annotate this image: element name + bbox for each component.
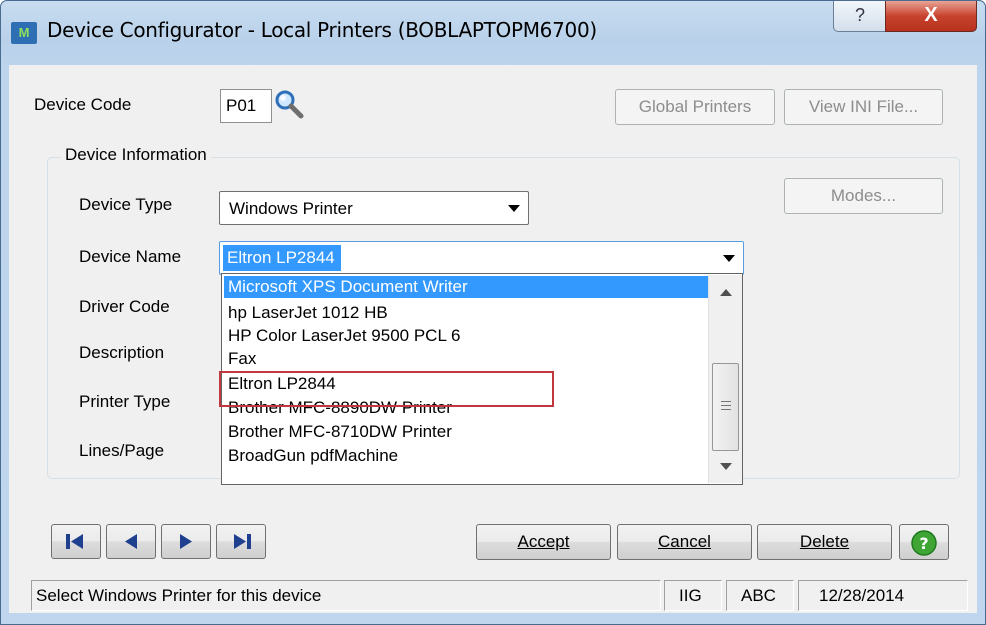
cancel-button[interactable]: Cancel	[617, 524, 752, 560]
first-record-icon	[66, 534, 83, 549]
title-bar[interactable]: M Device Configurator - Local Printers (…	[1, 1, 985, 65]
device-type-value: Windows Printer	[229, 199, 353, 218]
device-name-value: Eltron LP2844	[223, 245, 341, 271]
magnifier-icon[interactable]	[273, 88, 305, 120]
modes-button[interactable]: Modes...	[784, 178, 943, 214]
device-configurator-window: M Device Configurator - Local Printers (…	[0, 0, 986, 625]
dropdown-scrollbar[interactable]	[708, 275, 742, 483]
device-information-title: Device Information	[61, 145, 211, 165]
scroll-down-arrow-icon[interactable]	[709, 453, 742, 481]
delete-button[interactable]: Delete	[757, 524, 892, 560]
chevron-down-icon[interactable]	[723, 255, 735, 262]
previous-record-button[interactable]	[106, 524, 156, 559]
next-record-icon	[180, 534, 192, 549]
accept-button[interactable]: Accept	[476, 524, 611, 560]
status-bar: Select Windows Printer for this device I…	[9, 576, 977, 613]
last-record-button[interactable]	[216, 524, 266, 559]
dropdown-item[interactable]: Microsoft XPS Document Writer	[224, 276, 708, 298]
help-icon: ?	[911, 530, 937, 556]
dropdown-item[interactable]: hp LaserJet 1012 HB	[224, 302, 708, 324]
dropdown-item[interactable]: Brother MFC-8710DW Printer	[224, 421, 708, 443]
lines-page-label: Lines/Page	[79, 441, 165, 460]
last-record-icon	[234, 534, 251, 549]
scroll-thumb[interactable]	[712, 363, 739, 451]
window-title: Device Configurator - Local Printers (BO…	[47, 18, 597, 42]
description-label: Description	[79, 343, 165, 362]
chevron-down-icon[interactable]	[508, 205, 520, 212]
device-code-input[interactable]: P01	[220, 89, 272, 123]
close-button[interactable]: X	[885, 1, 977, 32]
view-ini-file-button[interactable]: View INI File...	[784, 89, 943, 125]
status-date: 12/28/2014	[798, 580, 968, 611]
device-name-label: Device Name	[79, 247, 182, 266]
dialog-client-area: Device Code P01 Global Printers View INI…	[9, 65, 977, 613]
previous-record-icon	[125, 534, 137, 549]
device-type-label: Device Type	[79, 195, 173, 214]
status-company: IIG	[664, 580, 722, 611]
device-name-select[interactable]: Eltron LP2844	[219, 241, 744, 275]
printer-type-label: Printer Type	[79, 392, 171, 411]
dropdown-item[interactable]: Fax	[224, 348, 708, 370]
scroll-up-arrow-icon[interactable]	[709, 277, 742, 305]
dropdown-item[interactable]: HP Color LaserJet 9500 PCL 6	[224, 325, 708, 347]
first-record-button[interactable]	[51, 524, 101, 559]
help-icon-button[interactable]: ?	[899, 524, 949, 560]
svg-text:?: ?	[919, 534, 928, 553]
driver-code-label: Driver Code	[79, 297, 170, 316]
status-user: ABC	[726, 580, 794, 611]
help-button[interactable]: ?	[833, 1, 887, 32]
device-code-label: Device Code	[34, 95, 132, 114]
dropdown-item[interactable]: BroadGun pdfMachine	[224, 445, 708, 467]
device-type-select[interactable]: Windows Printer	[219, 191, 529, 225]
next-record-button[interactable]	[161, 524, 211, 559]
global-printers-button[interactable]: Global Printers	[615, 89, 775, 125]
highlight-outline	[219, 371, 554, 407]
status-message: Select Windows Printer for this device	[31, 580, 661, 611]
app-icon[interactable]: M	[11, 22, 37, 44]
